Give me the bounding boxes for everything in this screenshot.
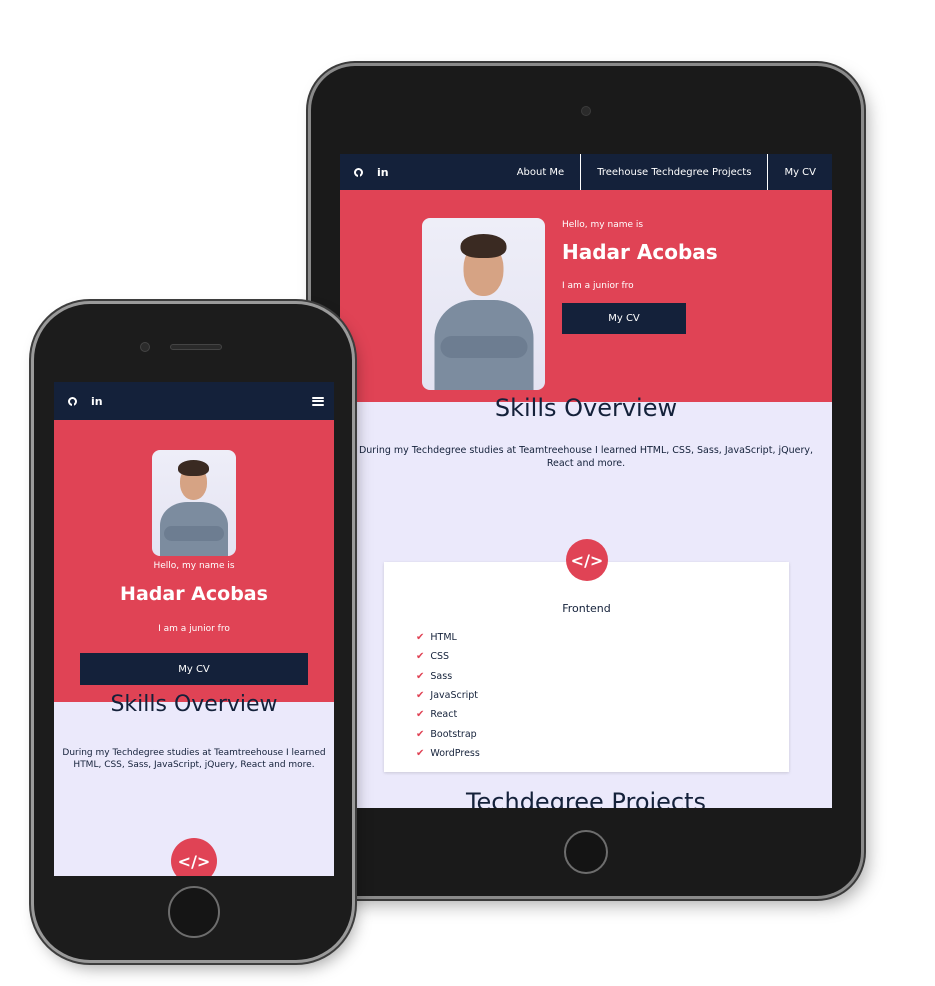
- tablet-screen: in About Me Treehouse Techdegree Project…: [340, 154, 832, 808]
- check-icon: ✔: [416, 690, 425, 702]
- nav-treehouse-projects[interactable]: Treehouse Techdegree Projects: [580, 154, 767, 190]
- check-icon: ✔: [416, 670, 425, 682]
- list-item: ✔ Sass: [416, 670, 453, 682]
- tablet-camera: [581, 106, 591, 116]
- projects-title: Techdegree Projects: [465, 788, 707, 808]
- frontend-title: Frontend: [562, 602, 611, 615]
- hamburger-menu-icon[interactable]: [312, 396, 324, 406]
- skills-description: During my Techdegree studies at Teamtree…: [62, 748, 326, 770]
- list-item: ✔ CSS: [416, 651, 450, 663]
- nav-about-me[interactable]: About Me: [501, 154, 581, 190]
- mobile-navbar: in: [54, 382, 334, 420]
- hero-greeting: Hello, my name is: [562, 220, 644, 230]
- profile-photo: [152, 450, 236, 556]
- tablet-home-button[interactable]: [564, 830, 608, 874]
- code-icon: </>: [171, 838, 217, 876]
- skills-title: Skills Overview: [494, 394, 678, 422]
- hero-name: Hadar Acobas: [120, 583, 268, 605]
- frontend-skill-list: ✔ HTML ✔ CSS ✔ Sass ✔ JavaScript ✔ React ✔ Boo…: [416, 628, 480, 763]
- list-item: ✔ JavaScript: [416, 690, 479, 702]
- check-icon: ✔: [416, 709, 425, 721]
- hero-section: Hello, my name is Hadar Acobas I am a ju…: [340, 190, 832, 402]
- phone-speaker: [170, 344, 222, 350]
- github-icon[interactable]: [68, 396, 77, 406]
- nav-my-cv[interactable]: My CV: [767, 154, 832, 190]
- mobile-hero-section: Hello, my name is Hadar Acobas I am a ju…: [54, 420, 334, 702]
- list-item: ✔ Bootstrap: [416, 728, 477, 740]
- check-icon: ✔: [416, 747, 425, 759]
- social-links: in: [340, 166, 389, 179]
- tablet-device: in About Me Treehouse Techdegree Project…: [311, 66, 861, 896]
- phone-camera: [140, 342, 150, 352]
- top-navbar: in About Me Treehouse Techdegree Project…: [340, 154, 832, 190]
- check-icon: ✔: [416, 728, 425, 740]
- phone-device: in Hello, my name is Hadar Acobas I am a…: [34, 304, 352, 960]
- skills-description: During my Techdegree studies at Teamtree…: [358, 445, 814, 469]
- linkedin-icon[interactable]: in: [91, 395, 103, 408]
- profile-photo: [422, 218, 545, 390]
- mobile-social-links: in: [54, 395, 103, 408]
- list-item: ✔ React: [416, 709, 458, 721]
- my-cv-button[interactable]: My CV: [562, 303, 686, 334]
- hero-name: Hadar Acobas: [562, 240, 718, 264]
- frontend-card: Frontend ✔ HTML ✔ CSS ✔ Sass ✔ JavaScript ✔ R…: [384, 562, 789, 772]
- skills-title: Skills Overview: [110, 692, 278, 717]
- list-item: ✔ HTML: [416, 632, 457, 644]
- nav-menu: About Me Treehouse Techdegree Projects M…: [501, 154, 832, 190]
- hero-role: I am a junior fro: [562, 281, 634, 291]
- my-cv-button[interactable]: My CV: [80, 653, 308, 685]
- github-icon[interactable]: [354, 167, 363, 177]
- check-icon: ✔: [416, 651, 425, 663]
- phone-home-button[interactable]: [168, 886, 220, 938]
- phone-screen: in Hello, my name is Hadar Acobas I am a…: [54, 382, 334, 876]
- code-icon: </>: [566, 539, 608, 581]
- check-icon: ✔: [416, 632, 425, 644]
- hero-greeting: Hello, my name is: [153, 561, 235, 571]
- list-item: ✔ WordPress: [416, 747, 480, 759]
- linkedin-icon[interactable]: in: [377, 166, 389, 179]
- hero-role: I am a junior fro: [158, 624, 230, 634]
